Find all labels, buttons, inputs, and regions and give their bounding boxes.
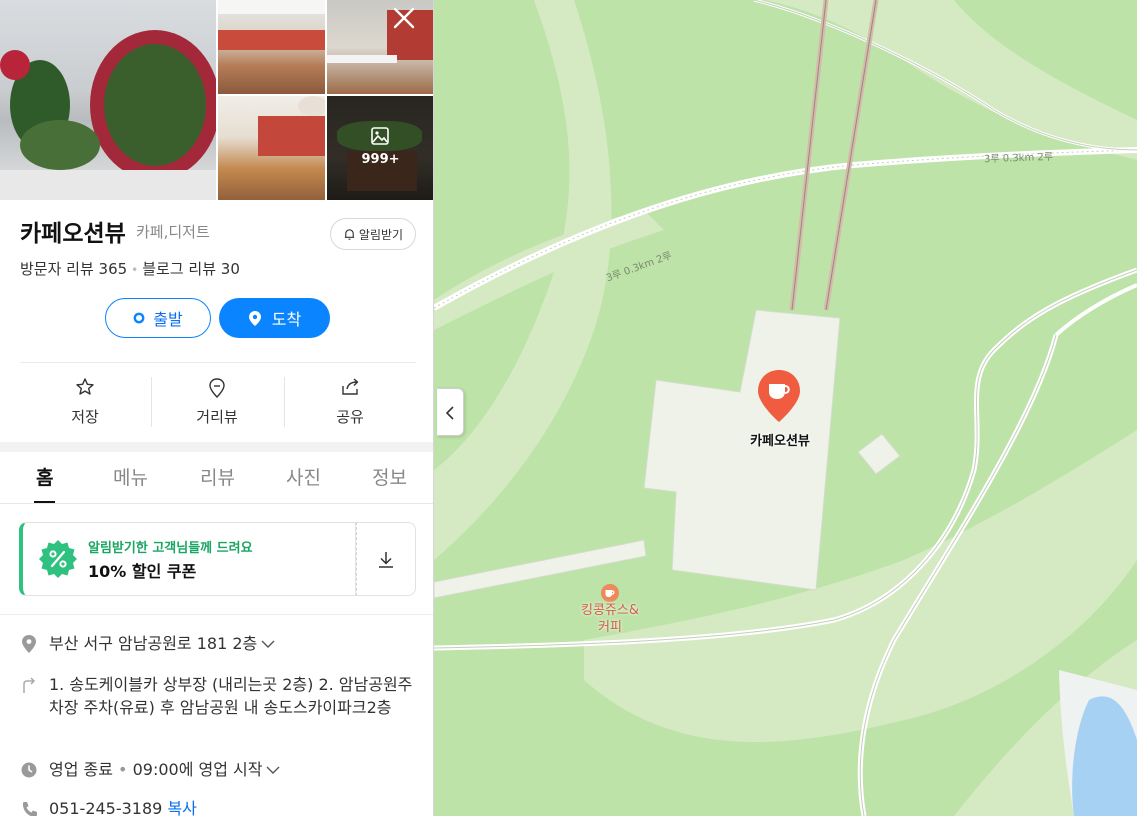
tab-home[interactable]: 홈	[36, 463, 53, 490]
directions-text: 1. 송도케이블카 상부장 (내리는곳 2층) 2. 암남공원주차장 주차(유료…	[49, 675, 413, 717]
alarm-button[interactable]: 알림받기	[330, 218, 416, 250]
address-text: 부산 서구 암남공원로 181 2층	[49, 634, 258, 653]
coupon-download-button[interactable]	[356, 522, 416, 596]
location-pin-icon	[248, 310, 261, 326]
hours-row: 영업 종료 • 09:00에 영업 시작	[20, 758, 420, 782]
close-icon	[393, 7, 415, 29]
separator-dot: •	[131, 263, 139, 277]
phone-number: 051-245-3189	[49, 799, 163, 816]
divider	[20, 362, 416, 363]
place-panel: 999+ 카페오션뷰 카페,디저트 알림받기 방문자 리뷰 365 • 블로그 리뷰…	[0, 0, 434, 816]
start-label: 출발	[153, 310, 183, 329]
cafe-poi-icon[interactable]	[600, 583, 620, 603]
share-action[interactable]: 공유	[284, 375, 416, 431]
address-row: 부산 서구 암남공원로 181 2층	[20, 632, 420, 656]
save-label: 저장	[71, 408, 99, 426]
download-icon	[379, 552, 393, 568]
turn-arrow-icon	[23, 677, 36, 693]
tab-menu[interactable]: 메뉴	[113, 463, 148, 490]
map-view[interactable]: 3루 0.3km 2루 3루 0.3km 2루 카페오션뷰 킹콩쥬스& 커피	[434, 0, 1137, 816]
gallery-icon	[371, 127, 389, 145]
blog-review-link[interactable]: 블로그 리뷰 30	[142, 260, 240, 278]
alarm-label: 알림받기	[358, 227, 404, 242]
coupon-title: 10% 할인 쿠폰	[88, 562, 197, 581]
save-action[interactable]: 저장	[19, 375, 151, 431]
tab-review[interactable]: 리뷰	[200, 463, 235, 490]
review-summary: 방문자 리뷰 365 • 블로그 리뷰 30	[20, 258, 240, 279]
street-view-icon	[209, 378, 225, 398]
app-root: 999+ 카페오션뷰 카페,디저트 알림받기 방문자 리뷰 365 • 블로그 리뷰…	[0, 0, 1137, 816]
star-icon	[76, 378, 94, 395]
directions-row: 1. 송도케이블카 상부장 (내리는곳 2층) 2. 암남공원주차장 주차(유료…	[20, 673, 420, 743]
street-view-label: 거리뷰	[196, 408, 238, 426]
tab-photo[interactable]: 사진	[286, 463, 321, 490]
arrive-button[interactable]: 도착	[219, 298, 330, 338]
hours-status: 영업 종료	[49, 760, 113, 779]
chevron-left-icon	[445, 406, 454, 420]
photo-main[interactable]	[0, 0, 216, 200]
clock-icon	[21, 762, 37, 778]
photo-4[interactable]	[218, 96, 325, 200]
coupon-card[interactable]: 알림받기한 고객님들께 드려요 10% 할인 쿠폰	[19, 522, 356, 596]
start-button[interactable]: 출발	[105, 298, 211, 338]
chevron-down-icon[interactable]	[266, 766, 280, 775]
location-icon	[22, 635, 36, 653]
street-view-action[interactable]: 거리뷰	[151, 375, 283, 431]
divider	[0, 503, 433, 504]
discount-badge-icon	[39, 540, 77, 578]
separator-dot: •	[112, 760, 133, 779]
phone-row: 051-245-3189 복사	[20, 797, 420, 816]
arrive-label: 도착	[271, 310, 302, 329]
cafe-marker-icon[interactable]	[756, 368, 802, 424]
origin-icon	[133, 312, 145, 324]
cafe-marker-label[interactable]: 카페오션뷰	[730, 430, 830, 449]
tab-info[interactable]: 정보	[372, 463, 407, 490]
phone-icon	[23, 802, 37, 816]
copy-button[interactable]: 복사	[167, 799, 196, 816]
section-divider	[0, 442, 433, 452]
close-button[interactable]	[390, 4, 418, 32]
divider	[0, 614, 433, 615]
visitor-review-link[interactable]: 방문자 리뷰 365	[20, 260, 127, 278]
hours-next: 09:00에 영업 시작	[132, 760, 263, 779]
collapse-panel-button[interactable]	[437, 388, 464, 436]
photo-gallery: 999+	[0, 0, 433, 200]
bell-icon	[344, 228, 355, 240]
share-label: 공유	[336, 408, 364, 426]
nearby-poi-label[interactable]: 킹콩쥬스& 커피	[565, 602, 655, 636]
chevron-down-icon[interactable]	[261, 640, 275, 649]
photo-2[interactable]	[218, 0, 325, 94]
place-category: 카페,디저트	[136, 223, 210, 241]
share-icon	[342, 378, 359, 395]
more-photos-overlay[interactable]: 999+	[327, 96, 433, 200]
place-title: 카페오션뷰	[20, 221, 126, 247]
coupon-subtitle: 알림받기한 고객님들께 드려요	[88, 541, 253, 556]
photo-count: 999+	[361, 152, 400, 167]
road-label: 3루 0.3km 2루	[983, 151, 1054, 166]
